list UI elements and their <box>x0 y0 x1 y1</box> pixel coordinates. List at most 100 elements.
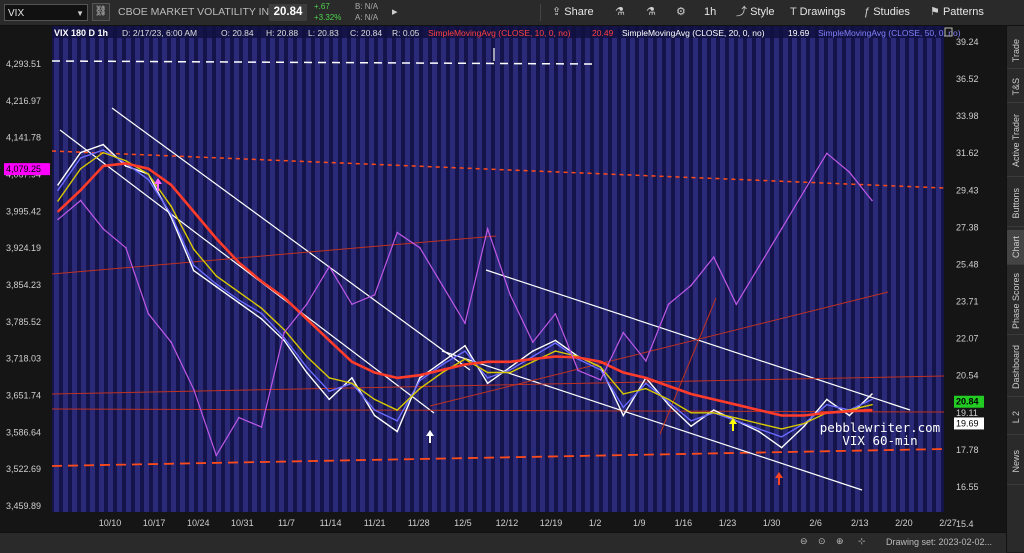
time-band <box>81 26 86 512</box>
series-point <box>79 189 82 191</box>
current-price-label: 4,079.25 <box>6 164 41 174</box>
series-point <box>102 165 105 167</box>
series-point <box>532 350 534 352</box>
right-tab-t-s[interactable]: T&S <box>1007 72 1024 103</box>
patterns-icon: ⚑ <box>930 6 940 18</box>
right-tab-dashboard[interactable]: Dashboard <box>1007 338 1024 397</box>
series-point <box>57 189 59 191</box>
series-point <box>690 420 692 422</box>
reset-icon[interactable]: ⊙ <box>818 536 826 547</box>
right-tab-label: Phase Scores <box>1011 272 1021 330</box>
symbol-input[interactable]: VIX ▼ <box>4 4 88 21</box>
crosshair-icon[interactable]: ⊹ <box>858 536 866 547</box>
series-point <box>871 403 873 406</box>
share-button[interactable]: ⇪ Share <box>552 0 594 25</box>
right-tab-phase-scores[interactable]: Phase Scores <box>1007 268 1024 335</box>
time-band <box>513 26 518 512</box>
time-band <box>459 26 464 512</box>
studies-button[interactable]: ƒ Studies <box>864 0 910 25</box>
patterns-button[interactable]: ⚑ Patterns <box>930 0 984 25</box>
x-axis-tick: 11/7 <box>278 518 295 528</box>
left-axis-tick: 3,586.64 <box>6 427 41 437</box>
beaker-icon[interactable]: ⚗ <box>646 0 656 25</box>
series-point <box>102 228 105 230</box>
series-point <box>102 151 105 154</box>
series-point <box>780 428 783 430</box>
time-band <box>936 26 941 512</box>
time-band <box>504 26 509 512</box>
series-point <box>622 331 625 334</box>
series-point <box>396 409 398 411</box>
quote-change-pct: +3.32% <box>314 13 342 22</box>
right-axis-tick: 20.54 <box>956 371 979 381</box>
series-point <box>396 377 398 379</box>
timeframe-button[interactable]: 1h <box>704 0 716 25</box>
zoom-out-icon[interactable]: ⊖ <box>800 536 808 547</box>
time-band <box>684 26 689 512</box>
header-study1-value: 20.49 <box>592 28 614 38</box>
series-point <box>871 398 873 401</box>
drawing-set-label[interactable]: Drawing set: 2023-02-02... <box>886 537 992 547</box>
series-point <box>441 361 444 363</box>
series-point <box>599 366 602 368</box>
share-icon: ⇪ <box>552 6 562 18</box>
time-band <box>693 26 698 512</box>
time-band <box>117 26 122 512</box>
series-point <box>192 248 195 250</box>
right-tab-news[interactable]: News <box>1007 438 1024 485</box>
series-point <box>848 171 851 173</box>
right-tab-trade[interactable]: Trade <box>1007 34 1024 69</box>
header-close: C: 20.84 <box>350 28 382 38</box>
x-axis-tick: 10/17 <box>143 518 166 528</box>
studies-label: Studies <box>873 6 910 18</box>
time-band <box>306 26 311 512</box>
series-point <box>102 149 105 151</box>
series-point <box>192 210 195 213</box>
chevron-down-icon[interactable]: ▼ <box>76 5 84 22</box>
time-band <box>315 26 320 512</box>
series-point <box>283 328 285 331</box>
time-band <box>711 26 716 512</box>
series-point <box>260 307 263 309</box>
series-point <box>396 231 398 234</box>
drawings-button[interactable]: T Drawings <box>790 0 845 25</box>
time-band <box>666 26 671 512</box>
time-band <box>54 26 59 512</box>
series-point <box>57 218 59 221</box>
right-tab-active-trader[interactable]: Active Trader <box>1007 106 1024 177</box>
series-point <box>125 162 127 165</box>
symbol-value: VIX <box>8 8 25 19</box>
style-label: Style <box>750 6 775 18</box>
series-point <box>215 237 218 240</box>
series-point <box>780 436 783 438</box>
left-axis-tick: 4,141.78 <box>6 133 41 143</box>
series-point <box>464 363 466 366</box>
time-band <box>297 26 302 512</box>
time-band <box>648 26 653 512</box>
time-band <box>639 26 644 512</box>
left-axis-tick: 3,522.69 <box>6 464 41 474</box>
x-axis-tick: 11/14 <box>320 518 342 528</box>
drawings-label: Drawings <box>799 6 846 18</box>
series-point <box>532 358 534 360</box>
link-icon[interactable]: ⛓ <box>92 3 110 21</box>
time-band <box>450 26 455 512</box>
series-point <box>125 165 127 167</box>
series-point <box>238 302 240 304</box>
info-icon[interactable]: ▸ <box>392 0 398 25</box>
right-tab-buttons[interactable]: Buttons <box>1007 180 1024 227</box>
series-point <box>554 339 557 342</box>
flask-icon[interactable]: ⚗ <box>615 0 625 25</box>
right-tab-chart[interactable]: Chart <box>1007 230 1024 265</box>
series-point <box>441 284 444 287</box>
time-band <box>495 26 500 512</box>
time-band <box>585 26 590 512</box>
right-axis-tick: 23.71 <box>956 297 979 307</box>
gear-icon[interactable]: ⚙ <box>676 0 686 25</box>
right-tab-l-2[interactable]: L 2 <box>1007 400 1024 435</box>
zoom-in-icon[interactable]: ⊕ <box>836 536 844 547</box>
style-button[interactable]: ⤴ Style <box>736 0 775 25</box>
left-axis-tick: 3,924.19 <box>6 243 41 253</box>
chart[interactable]: 4,293.514,216.974,141.784,067.943,995.42… <box>0 26 1006 532</box>
series-point <box>57 210 59 213</box>
